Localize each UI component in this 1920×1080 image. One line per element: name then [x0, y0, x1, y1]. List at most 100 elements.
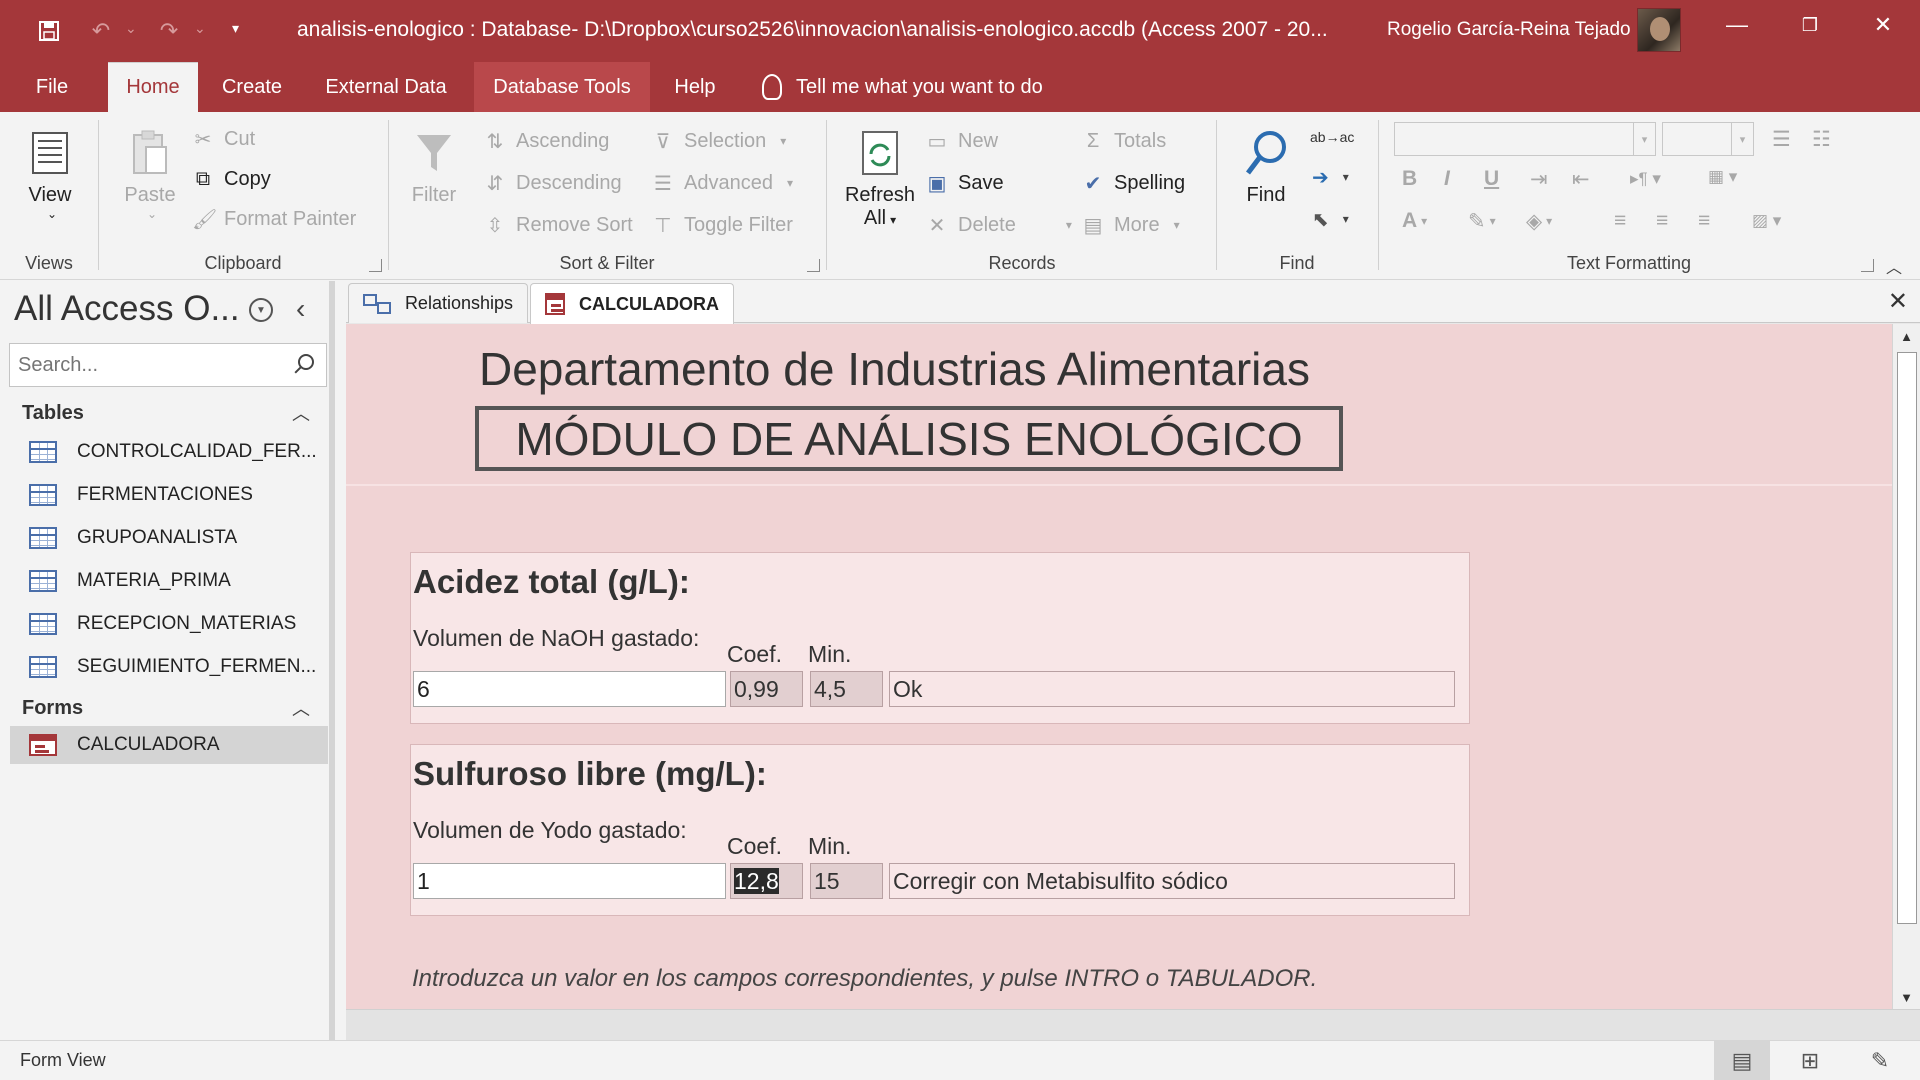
- text-formatting-launcher-icon[interactable]: [1861, 259, 1874, 272]
- close-document-icon[interactable]: ✕: [1888, 287, 1908, 316]
- tab-external-data[interactable]: External Data: [310, 62, 462, 112]
- redo-dropdown-icon[interactable]: ⌄: [194, 20, 206, 37]
- iodine-volume-input[interactable]: [413, 863, 726, 899]
- numbering-icon[interactable]: ☷: [1812, 124, 1831, 154]
- filter-button[interactable]: Filter: [404, 128, 464, 207]
- design-view-icon[interactable]: ✎: [1852, 1041, 1908, 1080]
- customize-qat-icon[interactable]: ▾: [232, 20, 239, 37]
- tab-help[interactable]: Help: [660, 62, 730, 112]
- acidez-panel: Acidez total (g/L): Volumen de NaOH gast…: [410, 552, 1470, 724]
- gridlines-icon[interactable]: ▦ ▾: [1708, 162, 1737, 192]
- spelling-button[interactable]: ✔ Spelling: [1082, 166, 1186, 200]
- bold-button[interactable]: B: [1402, 164, 1417, 194]
- nav-search-input[interactable]: [18, 352, 278, 378]
- sulfuroso-min-field[interactable]: 15: [810, 863, 883, 899]
- ascending-button[interactable]: ⇅ Ascending: [484, 124, 610, 158]
- scroll-down-icon[interactable]: ▼: [1893, 985, 1920, 1009]
- close-window-icon[interactable]: ✕: [1848, 0, 1918, 50]
- cut-button[interactable]: ✂ Cut: [192, 122, 256, 156]
- nav-menu-dropdown-icon[interactable]: ▼: [249, 298, 273, 322]
- tab-file[interactable]: File: [22, 62, 82, 112]
- nav-section-forms[interactable]: Forms: [22, 697, 83, 720]
- restore-icon[interactable]: ❐: [1775, 0, 1845, 50]
- nav-form-item-calculadora[interactable]: CALCULADORA: [10, 726, 328, 764]
- toggle-filter-button[interactable]: ⊤ Toggle Filter: [652, 208, 793, 242]
- save-record-button[interactable]: ▣ Save: [926, 166, 1004, 200]
- doc-tab-relationships[interactable]: Relationships: [348, 283, 528, 323]
- bullets-icon[interactable]: ☰: [1772, 124, 1791, 154]
- nav-pane-title[interactable]: All Access O...: [14, 289, 240, 329]
- form-view-icon[interactable]: ▤: [1714, 1041, 1770, 1080]
- layout-view-icon[interactable]: ⊞: [1782, 1041, 1838, 1080]
- redo-icon[interactable]: ↷: [154, 14, 184, 48]
- minimize-icon[interactable]: —: [1702, 0, 1772, 50]
- sort-filter-launcher-icon[interactable]: [807, 259, 820, 272]
- doc-tab-calculadora[interactable]: CALCULADORA: [530, 283, 734, 324]
- totals-button[interactable]: Σ Totals: [1082, 124, 1166, 158]
- nav-table-item[interactable]: RECEPCION_MATERIAS: [10, 605, 328, 643]
- collapse-ribbon-icon[interactable]: ︿: [1886, 254, 1902, 278]
- tell-me-search[interactable]: Tell me what you want to do: [762, 62, 1043, 112]
- nav-table-item[interactable]: GRUPOANALISTA: [10, 519, 328, 557]
- sulfuroso-coef-field[interactable]: 12,8: [730, 863, 803, 899]
- paste-button[interactable]: Paste ⌄: [116, 128, 184, 221]
- user-avatar[interactable]: [1637, 8, 1681, 52]
- selection-button[interactable]: ⊽ Selection ▾: [652, 124, 787, 158]
- acidez-min-field[interactable]: 4,5: [810, 671, 883, 707]
- find-button[interactable]: Find: [1236, 128, 1296, 207]
- font-name-dropdown[interactable]: ▾: [1394, 122, 1656, 156]
- naoh-volume-input[interactable]: [413, 671, 726, 707]
- undo-icon[interactable]: ↶: [86, 14, 116, 48]
- tab-home[interactable]: Home: [108, 62, 198, 112]
- clipboard-launcher-icon[interactable]: [369, 259, 382, 272]
- increase-indent-icon[interactable]: ⇥: [1530, 164, 1548, 194]
- shutter-bar-collapse-icon[interactable]: ‹: [296, 293, 305, 325]
- refresh-all-button[interactable]: Refresh All ▾: [842, 128, 918, 230]
- remove-sort-button[interactable]: ⇳ Remove Sort: [484, 208, 633, 242]
- highlight-icon[interactable]: ✎ ▾: [1468, 206, 1496, 236]
- user-name[interactable]: Rogelio García-Reina Tejado: [1387, 19, 1631, 41]
- descending-button[interactable]: ⇵ Descending: [484, 166, 622, 200]
- tables-collapse-chevron-icon[interactable]: ︿: [292, 400, 310, 426]
- nav-section-tables[interactable]: Tables: [22, 402, 84, 425]
- fill-color-icon[interactable]: ◈ ▾: [1526, 206, 1552, 236]
- goto-button[interactable]: ➔ ▾: [1312, 160, 1349, 194]
- more-button[interactable]: ▤ More ▾: [1082, 208, 1180, 242]
- tab-database-tools[interactable]: Database Tools: [474, 62, 650, 112]
- align-center-icon[interactable]: ≡: [1656, 206, 1668, 236]
- forms-collapse-chevron-icon[interactable]: ︿: [292, 695, 310, 721]
- view-button[interactable]: View ⌄: [16, 128, 84, 221]
- advanced-button[interactable]: ☰ Advanced ▾: [652, 166, 793, 200]
- align-left-icon[interactable]: ≡: [1614, 206, 1626, 236]
- acidez-result-field[interactable]: Ok: [889, 671, 1455, 707]
- align-right-icon[interactable]: ≡: [1698, 206, 1710, 236]
- scroll-thumb[interactable]: [1897, 352, 1917, 924]
- font-color-button[interactable]: A ▾: [1402, 206, 1427, 236]
- alternate-row-color-icon[interactable]: ▨ ▾: [1752, 206, 1781, 236]
- nav-table-item[interactable]: FERMENTACIONES: [10, 476, 328, 514]
- nav-table-item[interactable]: SEGUIMIENTO_FERMEN...: [10, 648, 328, 686]
- nav-table-item[interactable]: CONTROLCALIDAD_FER...: [10, 433, 328, 471]
- nav-table-item[interactable]: MATERIA_PRIMA: [10, 562, 328, 600]
- tab-create[interactable]: Create: [210, 62, 294, 112]
- font-size-dropdown[interactable]: ▾: [1662, 122, 1754, 156]
- new-record-button[interactable]: ▭ New: [926, 124, 998, 158]
- replace-button[interactable]: ab→ac: [1310, 120, 1354, 154]
- copy-button[interactable]: ⧉ Copy: [192, 162, 271, 196]
- scroll-up-icon[interactable]: ▲: [1893, 324, 1920, 348]
- decrease-indent-icon[interactable]: ⇤: [1572, 164, 1590, 194]
- delete-record-button[interactable]: ✕ Delete ▾: [926, 208, 1072, 242]
- vertical-scrollbar[interactable]: ▲ ▼: [1892, 324, 1920, 1009]
- save-icon[interactable]: [34, 14, 64, 48]
- acidez-coef-field[interactable]: 0,99: [730, 671, 803, 707]
- nav-search-box[interactable]: [9, 343, 327, 387]
- search-icon[interactable]: [298, 354, 314, 370]
- underline-button[interactable]: U: [1484, 164, 1499, 194]
- italic-button[interactable]: I: [1444, 164, 1450, 194]
- sulfuroso-result-field[interactable]: Corregir con Metabisulfito sódico: [889, 863, 1455, 899]
- select-button[interactable]: ⬉ ▾: [1312, 202, 1349, 236]
- ribbon-tab-row: File Home Create External Data Database …: [0, 62, 1920, 112]
- format-painter-button[interactable]: 🖌 Format Painter: [192, 202, 356, 236]
- undo-dropdown-icon[interactable]: ⌄: [125, 20, 137, 37]
- paragraph-direction-icon[interactable]: ▸¶ ▾: [1630, 164, 1661, 194]
